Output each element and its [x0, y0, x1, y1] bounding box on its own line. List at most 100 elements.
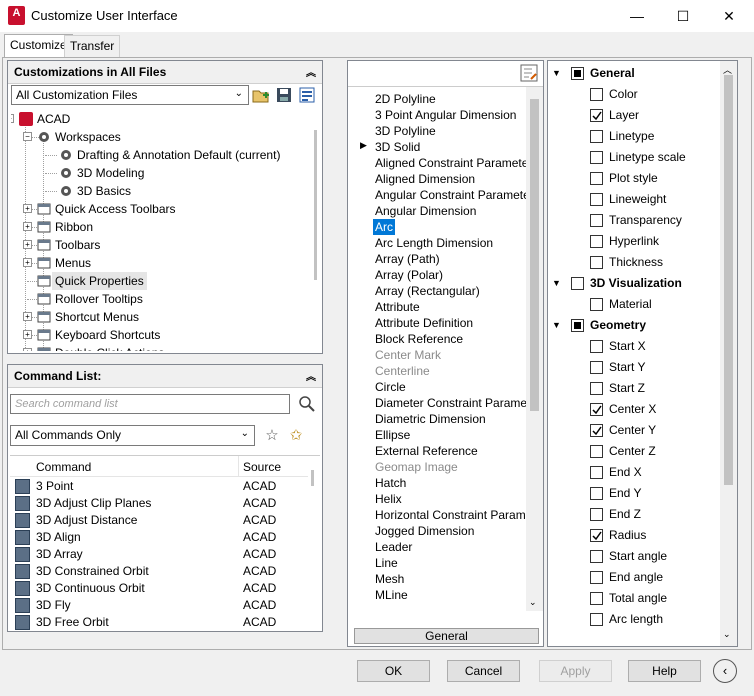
object-type-item[interactable]: Mesh	[375, 571, 404, 587]
object-type-item[interactable]: Jogged Dimension	[375, 523, 474, 539]
star-icon[interactable]: ☆	[263, 426, 281, 444]
chevron-down-icon[interactable]: ⌄	[723, 629, 731, 640]
expand-icon[interactable]: +	[23, 258, 32, 267]
properties-scrollbar[interactable]: ︿ ⌄	[720, 61, 737, 646]
customization-settings-icon[interactable]	[298, 86, 316, 104]
maximize-button[interactable]: ☐	[660, 0, 706, 32]
new-command-star-icon[interactable]: ✩	[287, 426, 305, 444]
minimize-button[interactable]: —	[614, 0, 660, 32]
property-checkbox[interactable]	[590, 214, 603, 227]
collapse-arrow-icon[interactable]: ▼	[552, 278, 561, 288]
object-type-item[interactable]: Center Mark	[375, 347, 441, 363]
group-checkbox[interactable]	[571, 277, 584, 290]
collapse-icon[interactable]: ︽	[306, 368, 316, 383]
expand-icon[interactable]: +	[23, 348, 32, 351]
property-checkbox[interactable]	[590, 298, 603, 311]
property-checkbox[interactable]	[590, 235, 603, 248]
property-checkbox[interactable]	[590, 109, 603, 122]
table-row[interactable]: 3D Adjust Clip Planes ACAD	[10, 495, 310, 512]
property-checkbox[interactable]	[590, 193, 603, 206]
object-type-item[interactable]: Line	[375, 555, 398, 571]
object-type-item[interactable]: Aligned Constraint Parameter	[375, 155, 532, 171]
table-row[interactable]: 3D Free Orbit ACAD	[10, 614, 310, 631]
tree-item[interactable]: + Keyboard Shortcuts	[11, 326, 311, 344]
expand-icon[interactable]: +	[23, 222, 32, 231]
property-checkbox[interactable]	[590, 361, 603, 374]
expand-icon[interactable]: +	[23, 240, 32, 249]
table-row[interactable]: 3D Fly ACAD	[10, 597, 310, 614]
tree-item[interactable]: Rollover Tooltips	[11, 290, 311, 308]
object-type-item[interactable]: MLine	[375, 587, 408, 603]
expand-icon[interactable]: +	[23, 312, 32, 321]
tree-item[interactable]: + Shortcut Menus	[11, 308, 311, 326]
customization-files-dropdown[interactable]: All Customization Files ⌄	[11, 85, 249, 105]
property-checkbox[interactable]	[590, 466, 603, 479]
object-type-item[interactable]: Ellipse	[375, 427, 410, 443]
collapse-arrow-icon[interactable]: ▼	[552, 68, 561, 78]
object-type-item[interactable]: Diameter Constraint Paramete	[375, 395, 537, 411]
property-checkbox[interactable]	[590, 571, 603, 584]
expand-arrow-icon[interactable]: ▶	[360, 140, 367, 151]
tree-item[interactable]: − ACAD	[11, 110, 311, 128]
property-checkbox[interactable]	[590, 403, 603, 416]
object-type-item[interactable]: Attribute Definition	[375, 315, 473, 331]
object-type-item[interactable]: Horizontal Constraint Parame	[375, 507, 532, 523]
tree-item[interactable]: Drafting & Annotation Default (current)	[11, 146, 311, 164]
chevron-down-icon[interactable]: ⌄	[529, 597, 537, 608]
property-checkbox[interactable]	[590, 487, 603, 500]
object-type-item[interactable]: Circle	[375, 379, 406, 395]
tree-item[interactable]: + Toolbars	[11, 236, 311, 254]
tree-scrollbar[interactable]	[311, 110, 321, 351]
property-checkbox[interactable]	[590, 592, 603, 605]
property-checkbox[interactable]	[590, 424, 603, 437]
ok-button[interactable]: OK	[357, 660, 430, 682]
property-checkbox[interactable]	[590, 88, 603, 101]
collapse-icon[interactable]: −	[23, 132, 32, 141]
collapse-arrow-icon[interactable]: ▼	[552, 320, 561, 330]
property-checkbox[interactable]	[590, 550, 603, 563]
object-type-item[interactable]: Geomap Image	[375, 459, 458, 475]
property-checkbox[interactable]	[590, 256, 603, 269]
property-checkbox[interactable]	[590, 508, 603, 521]
object-type-item[interactable]: 2D Polyline	[375, 91, 436, 107]
object-type-item[interactable]: Centerline	[375, 363, 430, 379]
expand-icon[interactable]: +	[23, 330, 32, 339]
object-type-item[interactable]: Leader	[375, 539, 412, 555]
object-type-item[interactable]: Angular Dimension	[375, 203, 476, 219]
object-type-item[interactable]: 3 Point Angular Dimension	[375, 107, 516, 123]
command-filter-dropdown[interactable]: All Commands Only ⌄	[10, 425, 255, 446]
table-row[interactable]: 3D Array ACAD	[10, 546, 310, 563]
help-button[interactable]: Help	[628, 660, 701, 682]
property-checkbox[interactable]	[590, 151, 603, 164]
search-icon[interactable]	[298, 395, 316, 413]
edit-properties-icon[interactable]	[520, 64, 538, 82]
expand-icon[interactable]: +	[23, 204, 32, 213]
tree-item[interactable]: − Workspaces	[11, 128, 311, 146]
object-type-item[interactable]: Aligned Dimension	[375, 171, 475, 187]
object-type-item[interactable]: Hatch	[375, 475, 406, 491]
table-row[interactable]: 3D Continuous Orbit ACAD	[10, 580, 310, 597]
tree-item[interactable]: + Quick Access Toolbars	[11, 200, 311, 218]
tree-item[interactable]: + Menus	[11, 254, 311, 272]
save-icon[interactable]	[275, 86, 293, 104]
group-checkbox[interactable]	[571, 67, 584, 80]
object-type-item[interactable]: Attribute	[375, 299, 420, 315]
collapse-panel-icon[interactable]: ‹	[713, 659, 737, 683]
tree-item[interactable]: 3D Modeling	[11, 164, 311, 182]
command-list-scrollbar[interactable]	[308, 456, 318, 631]
tree-item[interactable]: Quick Properties	[11, 272, 311, 290]
property-checkbox[interactable]	[590, 340, 603, 353]
apply-button[interactable]: Apply	[539, 660, 612, 682]
group-checkbox[interactable]	[571, 319, 584, 332]
command-search-input[interactable]: Search command list	[10, 394, 290, 414]
cancel-button[interactable]: Cancel	[447, 660, 520, 682]
tab-transfer[interactable]: Transfer	[64, 35, 121, 57]
close-button[interactable]: ✕	[706, 0, 752, 32]
object-type-item[interactable]: Block Reference	[375, 331, 463, 347]
tree-item[interactable]: + Double Click Actions	[11, 344, 311, 351]
property-checkbox[interactable]	[590, 529, 603, 542]
open-file-icon[interactable]	[252, 86, 270, 104]
object-type-item[interactable]: Arc Length Dimension	[375, 235, 493, 251]
property-checkbox[interactable]	[590, 445, 603, 458]
object-list-scrollbar[interactable]: ⌄	[526, 87, 543, 611]
